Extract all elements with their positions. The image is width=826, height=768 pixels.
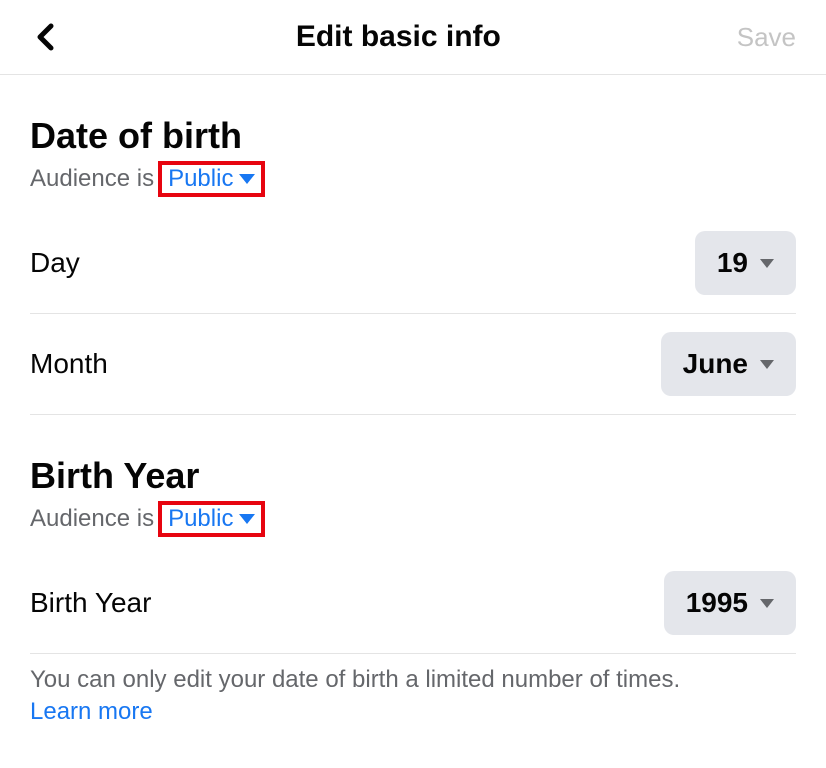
caret-down-icon xyxy=(760,360,774,369)
dob-section: Date of birth Audience is Public Day 19 … xyxy=(0,75,826,415)
day-label: Day xyxy=(30,247,80,279)
month-dropdown[interactable]: June xyxy=(661,332,796,396)
month-value: June xyxy=(683,348,748,380)
save-button[interactable]: Save xyxy=(737,22,796,53)
year-section-title: Birth Year xyxy=(30,455,796,497)
back-button[interactable] xyxy=(30,22,60,52)
caret-down-icon xyxy=(239,174,255,184)
day-dropdown[interactable]: 19 xyxy=(695,231,796,295)
year-audience-value: Public xyxy=(168,505,233,533)
day-value: 19 xyxy=(717,247,748,279)
caret-down-icon xyxy=(760,259,774,268)
month-row: Month June xyxy=(30,314,796,415)
birth-year-dropdown[interactable]: 1995 xyxy=(664,571,796,635)
audience-label: Audience is xyxy=(30,505,154,533)
day-row: Day 19 xyxy=(30,213,796,314)
month-label: Month xyxy=(30,348,108,380)
page-title: Edit basic info xyxy=(60,20,737,54)
note-text: You can only edit your date of birth a l… xyxy=(30,666,680,693)
dob-audience-row: Audience is Public xyxy=(30,161,796,197)
page-header: Edit basic info Save xyxy=(0,0,826,75)
note-text-container: You can only edit your date of birth a l… xyxy=(0,654,826,729)
birth-year-label: Birth Year xyxy=(30,587,151,619)
chevron-left-icon xyxy=(36,23,54,51)
birth-year-value: 1995 xyxy=(686,587,748,619)
caret-down-icon xyxy=(239,514,255,524)
caret-down-icon xyxy=(760,599,774,608)
birth-year-row: Birth Year 1995 xyxy=(30,553,796,654)
year-section: Birth Year Audience is Public Birth Year… xyxy=(0,415,826,654)
dob-section-title: Date of birth xyxy=(30,115,796,157)
dob-audience-value: Public xyxy=(168,165,233,193)
dob-audience-selector[interactable]: Public xyxy=(158,161,265,197)
year-audience-selector[interactable]: Public xyxy=(158,501,265,537)
year-audience-row: Audience is Public xyxy=(30,501,796,537)
learn-more-link[interactable]: Learn more xyxy=(30,698,153,725)
audience-label: Audience is xyxy=(30,165,154,193)
